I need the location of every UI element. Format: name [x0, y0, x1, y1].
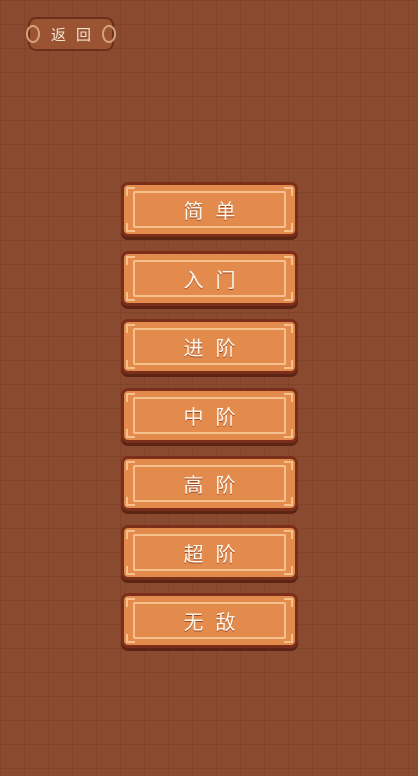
- corner-ornament-icon: [284, 324, 293, 333]
- corner-ornament-icon: [126, 529, 135, 539]
- corner-ornament-icon: [126, 223, 135, 232]
- level-label: 入门: [183, 267, 248, 292]
- corner-ornament-icon: [284, 392, 293, 402]
- level-button-invincible[interactable]: 无敌: [121, 593, 298, 648]
- level-button-easy[interactable]: 简单: [121, 182, 298, 237]
- back-button-label: 返回: [50, 25, 101, 44]
- corner-ornament-icon: [284, 428, 293, 438]
- level-button-high[interactable]: 高阶: [121, 456, 298, 511]
- level-label: 进阶: [183, 336, 248, 360]
- corner-ornament-icon: [126, 324, 135, 333]
- level-label: 超阶: [183, 541, 248, 566]
- corner-ornament-icon: [284, 360, 293, 369]
- corner-ornament-icon: [126, 255, 135, 265]
- level-button-intermediate[interactable]: 中阶: [121, 387, 298, 443]
- corner-ornament-icon: [126, 461, 135, 470]
- corner-ornament-icon: [126, 187, 135, 196]
- level-label: 无敌: [183, 610, 248, 634]
- corner-ornament-icon: [284, 529, 293, 539]
- level-list: 简单 入门 进阶 中阶 高阶 超阶 无敌: [121, 182, 298, 662]
- level-label: 高阶: [183, 473, 248, 497]
- corner-ornament-icon: [126, 392, 135, 402]
- corner-ornament-icon: [284, 497, 293, 506]
- level-label: 简单: [183, 199, 248, 223]
- corner-ornament-icon: [284, 255, 293, 265]
- corner-ornament-icon: [284, 291, 293, 301]
- corner-ornament-icon: [126, 360, 135, 369]
- corner-ornament-icon: [284, 223, 293, 232]
- level-button-beginner[interactable]: 入门: [121, 250, 298, 306]
- level-button-advanced[interactable]: 进阶: [121, 319, 298, 374]
- corner-ornament-icon: [126, 291, 135, 301]
- level-label: 中阶: [183, 404, 248, 429]
- corner-ornament-icon: [126, 497, 135, 506]
- corner-ornament-icon: [126, 428, 135, 438]
- corner-ornament-icon: [126, 598, 135, 607]
- back-ornament-right-icon: [102, 25, 116, 43]
- corner-ornament-icon: [284, 598, 293, 607]
- corner-ornament-icon: [126, 565, 135, 575]
- corner-ornament-icon: [126, 634, 135, 643]
- level-button-super[interactable]: 超阶: [121, 524, 298, 580]
- back-button[interactable]: 返回: [26, 17, 116, 51]
- corner-ornament-icon: [284, 634, 293, 643]
- back-ornament-left-icon: [26, 25, 40, 43]
- corner-ornament-icon: [284, 565, 293, 575]
- corner-ornament-icon: [284, 187, 293, 196]
- corner-ornament-icon: [284, 461, 293, 470]
